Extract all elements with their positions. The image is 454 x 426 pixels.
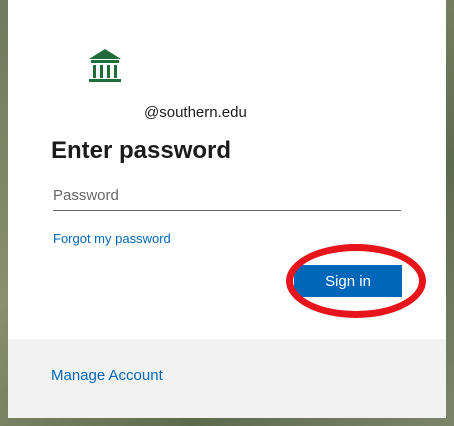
manage-account-link[interactable]: Manage Account [51, 367, 163, 384]
signin-card: @southern.edu Enter password Forgot my p… [8, 0, 446, 418]
account-email: @southern.edu [144, 104, 247, 121]
page-title: Enter password [51, 137, 232, 164]
password-field[interactable] [53, 180, 401, 211]
signin-button[interactable]: Sign in [294, 265, 402, 297]
forgot-password-link[interactable]: Forgot my password [53, 231, 171, 246]
university-building-icon [85, 47, 125, 83]
footer-panel: Manage Account [8, 339, 446, 418]
